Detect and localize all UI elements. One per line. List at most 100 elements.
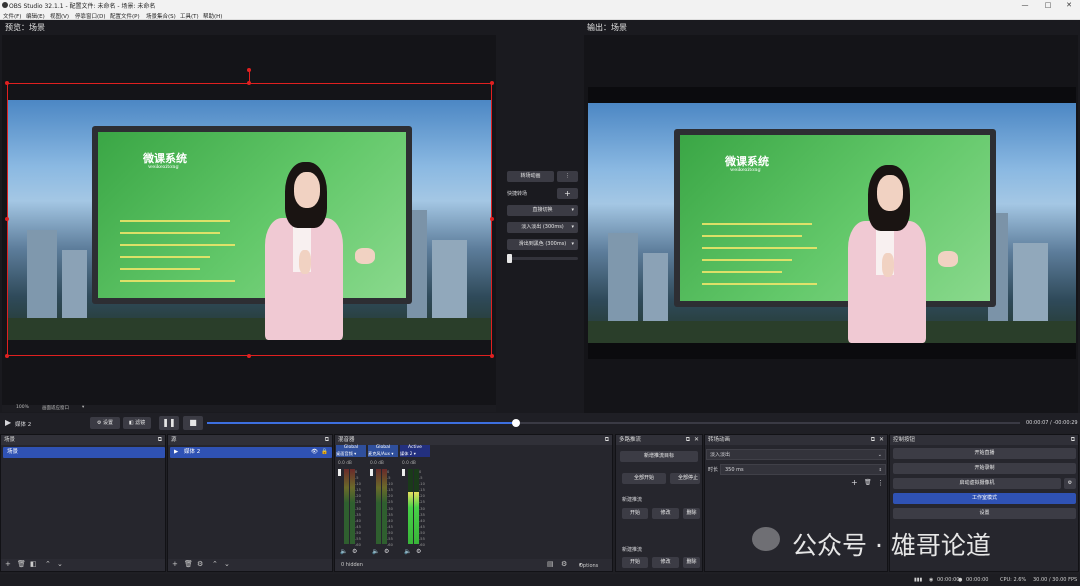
start-virtual-camera-button[interactable]: 启动虚拟摄像机 (893, 478, 1061, 489)
duration-input[interactable]: 350 ms ⇕ (720, 464, 886, 475)
channel-settings-icon-3[interactable]: ⚙ (416, 548, 421, 555)
scene-filters-icon[interactable]: ◧ (30, 560, 37, 568)
maximize-button[interactable]: □ (1037, 0, 1059, 10)
preview-zoom-bar: 100% 画面适应窗口 ▾ (2, 405, 496, 412)
stream-1-delete-button[interactable]: 删除 (683, 508, 700, 519)
mute-speaker-icon-2[interactable]: 🔈 (372, 548, 379, 555)
start-all-button[interactable]: 全部开始 (622, 473, 666, 484)
mute-speaker-icon-1[interactable]: 🔈 (340, 548, 347, 555)
transition-button[interactable]: 转场动画 (507, 171, 554, 182)
play-icon[interactable]: ▶ (5, 418, 11, 427)
transition-more-icon[interactable]: ⋮ (877, 479, 884, 487)
quick-transition-fade-to-black[interactable]: 滑出到黑色 (300ms) ▾ (507, 239, 578, 250)
channel-settings-icon-1[interactable]: ⚙ (352, 548, 357, 555)
studio-mode-button[interactable]: 工作室模式 (893, 493, 1076, 504)
menu-tools[interactable]: 工具(T) (180, 12, 199, 20)
selection-box[interactable] (7, 83, 492, 356)
virtual-camera-settings-button[interactable]: ⚙ (1064, 478, 1076, 489)
quick-transition-fade[interactable]: 淡入淡出 (300ms) ▾ (507, 222, 578, 233)
menu-edit[interactable]: 编辑(E) (26, 12, 45, 20)
mute-speaker-icon-3[interactable]: 🔈 (404, 548, 411, 555)
undock-icon[interactable]: ⧉ (325, 435, 329, 445)
stop-button[interactable]: ■ (183, 416, 203, 430)
resize-handle-b[interactable] (247, 354, 251, 358)
mixer-dock-header: 混音器 ⧉ (335, 435, 612, 445)
undock-icon[interactable]: ⧉ (686, 435, 690, 445)
resize-handle-r[interactable] (490, 217, 494, 221)
move-down-icon[interactable]: ⌄ (57, 560, 63, 568)
source-properties-button[interactable]: ⚙ 设置 (90, 417, 120, 429)
stop-all-button[interactable]: 全部停止 (670, 473, 700, 484)
rotation-handle[interactable] (247, 68, 251, 72)
undock-icon[interactable]: ⧉ (1071, 435, 1075, 445)
resize-handle-bl[interactable] (5, 354, 9, 358)
mixer-channel-3-name[interactable]: 媒体 2 ▾ (400, 451, 430, 457)
menu-view[interactable]: 视图(V) (50, 12, 69, 20)
scene-item[interactable]: 场景 (3, 447, 165, 458)
mixer-layout-icon[interactable]: ▤ (547, 560, 554, 568)
tbar-slider-handle[interactable] (507, 254, 512, 263)
stream-2-start-button[interactable]: 开始 (622, 557, 648, 568)
close-dock-icon[interactable]: ✕ (694, 435, 699, 445)
add-stream-target-button[interactable]: 新增推流目标 (620, 451, 698, 462)
stream-2-edit-button[interactable]: 修改 (652, 557, 679, 568)
visibility-eye-icon[interactable]: 👁 (311, 447, 318, 458)
mixer-options-button[interactable]: Options ▾ (579, 562, 598, 569)
transition-more-button[interactable]: ⋮ (557, 171, 578, 182)
move-up-icon[interactable]: ⌃ (45, 560, 51, 568)
source-filters-button[interactable]: ◧ 滤镜 (123, 417, 151, 429)
zoom-dropdown-icon[interactable]: ▾ (82, 405, 84, 410)
close-button[interactable]: ✕ (1058, 0, 1080, 10)
resize-handle-br[interactable] (490, 354, 494, 358)
zoom-fit-label[interactable]: 画面适应窗口 (42, 405, 69, 411)
pause-button[interactable]: ❚❚ (159, 416, 179, 430)
menu-scene-collection[interactable]: 场景集合(S) (146, 12, 176, 20)
move-down-icon[interactable]: ⌄ (224, 560, 230, 568)
stream-1-start-button[interactable]: 开始 (622, 508, 648, 519)
channel-settings-icon-2[interactable]: ⚙ (384, 548, 389, 555)
volume-fader-2[interactable] (370, 469, 373, 476)
remove-scene-icon[interactable]: 🗑 (17, 560, 26, 568)
minimize-button[interactable]: — (1014, 0, 1036, 10)
media-seek-track[interactable] (207, 419, 1020, 427)
spin-arrows-icon[interactable]: ⇕ (879, 465, 882, 475)
resize-handle-l[interactable] (5, 217, 9, 221)
lock-icon[interactable]: 🔒 (321, 447, 328, 458)
add-source-icon[interactable]: + (172, 560, 178, 568)
resize-handle-t[interactable] (247, 81, 251, 85)
media-seek-handle[interactable] (511, 419, 520, 427)
undock-icon[interactable]: ⧉ (158, 435, 162, 445)
settings-button[interactable]: 设置 (893, 508, 1076, 519)
volume-fader-3[interactable] (402, 469, 405, 476)
tbar-slider[interactable] (507, 257, 578, 260)
undock-icon[interactable]: ⧉ (605, 435, 609, 445)
move-up-icon[interactable]: ⌃ (212, 560, 218, 568)
add-quick-transition-button[interactable]: + (557, 188, 578, 199)
source-properties-icon[interactable]: ⚙ (197, 560, 203, 568)
volume-fader-1[interactable] (338, 469, 341, 476)
menu-profile[interactable]: 配置文件(P) (110, 12, 140, 20)
start-recording-button[interactable]: 开始录制 (893, 463, 1076, 474)
add-scene-icon[interactable]: + (5, 560, 11, 568)
menu-docks[interactable]: 停靠窗口(D) (75, 12, 106, 20)
start-streaming-button[interactable]: 开始直播 (893, 448, 1076, 459)
add-transition-icon[interactable]: + (851, 478, 858, 487)
close-dock-icon[interactable]: ✕ (879, 435, 884, 445)
sources-toolbar: + 🗑 ⚙ ⌃ ⌄ (168, 559, 332, 571)
stream-1-edit-button[interactable]: 修改 (652, 508, 679, 519)
resize-handle-tr[interactable] (490, 81, 494, 85)
transition-select[interactable]: 淡入淡出 ⌄ (706, 449, 886, 460)
resize-handle-tl[interactable] (5, 81, 9, 85)
source-item[interactable]: ▶ 媒体 2 👁 🔒 (170, 447, 332, 458)
quick-transition-cut[interactable]: 直接切换 ▾ (507, 205, 578, 216)
menu-help[interactable]: 帮助(H) (203, 12, 222, 20)
remove-source-icon[interactable]: 🗑 (184, 560, 193, 568)
stream-2-delete-button[interactable]: 删除 (683, 557, 700, 568)
undock-icon[interactable]: ⧉ (871, 435, 875, 445)
menu-file[interactable]: 文件(F) (3, 12, 21, 20)
mixer-channel-1-name[interactable]: 桌面音频 ▾ (336, 451, 366, 457)
remove-transition-icon[interactable]: 🗑 (864, 479, 872, 486)
mixer-channel-2-name[interactable]: 麦克风/Aux ▾ (368, 451, 398, 457)
mixer-settings-icon[interactable]: ⚙ (561, 560, 567, 568)
zoom-level[interactable]: 100% (16, 405, 29, 410)
